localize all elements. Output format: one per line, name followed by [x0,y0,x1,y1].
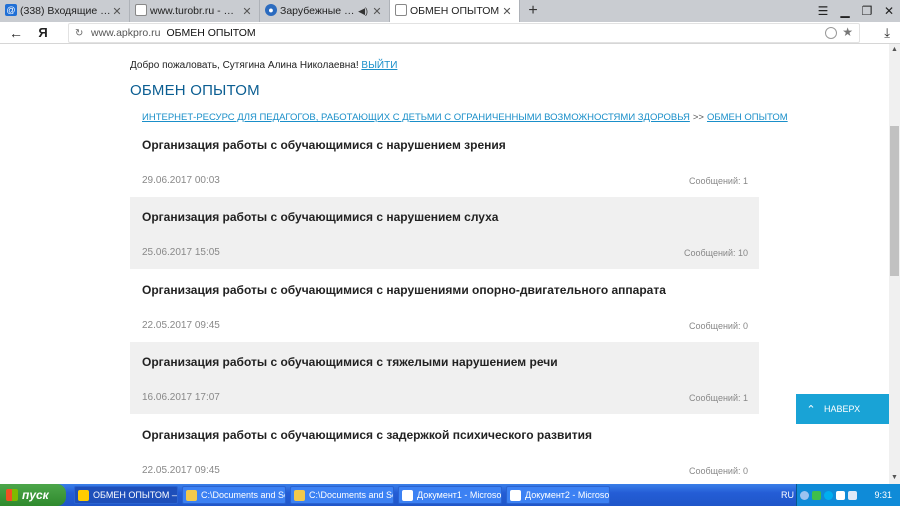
taskbar-button-label: Документ2 - Microso... [525,490,610,500]
mail-icon: @ [5,4,17,16]
topic-date: 16.06.2017 17:07 [142,392,220,403]
tab-turobr[interactable]: www.turobr.ru - Страница ✕ [130,0,260,22]
back-arrow-icon[interactable]: ← [0,25,32,41]
logout-link[interactable]: ВЫЙТИ [361,60,397,71]
breadcrumb-current-link[interactable]: ОБМЕН ОПЫТОМ [707,112,788,123]
bookmark-star-icon[interactable]: ★ [842,25,853,39]
topic-title[interactable]: Организация работы с обучающимися с нару… [142,283,666,297]
page-title: ОБМЕН ОПЫТОМ [130,82,260,99]
close-window-icon[interactable]: ✕ [878,0,900,22]
close-icon[interactable]: ✕ [501,5,513,18]
folder-icon [294,489,305,501]
tab-label: Зарубежные новинки [280,5,358,17]
refresh-icon[interactable]: ↻ [75,28,91,39]
word-icon [510,489,521,501]
topic-row[interactable]: Организация работы с обучающимися с нару… [130,125,759,197]
back-icon[interactable] [800,490,809,500]
breadcrumb-root-link[interactable]: ИНТЕРНЕТ-РЕСУРС ДЛЯ ПЕДАГОГОВ, РАБОТАЮЩИ… [142,112,690,123]
word-icon [402,489,413,501]
back-to-top-label: НАВЕРХ [824,404,861,414]
protect-icon[interactable] [825,27,837,39]
tab-bar: @ (338) Входящие - Почта Ма ✕ www.turobr… [0,0,900,22]
url-domain: www.apkpro.ru [91,27,161,39]
tab-label: (338) Входящие - Почта Ма [20,5,111,17]
back-to-top-button[interactable]: ⌃ НАВЕРХ [796,394,889,424]
taskbar-button-word[interactable]: Документ1 - Microso... [398,486,502,504]
close-icon[interactable]: ✕ [371,5,383,18]
welcome-line: Добро пожаловать, Сутягина Алина Николае… [130,60,397,71]
taskbar-button-label: ОБМЕН ОПЫТОМ — ... [93,490,177,500]
tab-label: ОБМЕН ОПЫТОМ [410,5,500,17]
new-tab-button[interactable]: + [520,0,546,22]
yandex-button[interactable]: Я [32,25,54,40]
taskbar: пуск ОБМЕН ОПЫТОМ — ... C:\Documents and… [0,484,900,506]
taskbar-button-label: C:\Documents and Se... [309,490,393,500]
system-tray: 9:31 [796,484,900,506]
scroll-thumb[interactable] [890,126,899,276]
topic-title[interactable]: Организация работы с обучающимися с тяже… [142,355,558,369]
close-icon[interactable]: ✕ [241,5,253,18]
window-controls: ☰ ▁ ❐ ✕ [812,0,900,22]
globe-icon: ● [265,4,277,16]
vertical-scrollbar[interactable]: ▲ ▼ [889,44,900,484]
welcome-text: Добро пожаловать, Сутягина Алина Николае… [130,60,359,71]
language-indicator[interactable]: RU [781,490,794,500]
taskbar-button-label: Документ1 - Microso... [417,490,502,500]
scroll-up-icon[interactable]: ▲ [889,44,900,56]
topic-message-count: Сообщений: 1 [688,176,748,186]
chevron-up-icon: ⌃ [806,403,816,416]
topic-message-count: Сообщений: 0 [688,466,748,476]
start-label: пуск [22,488,49,502]
tab-label: www.turobr.ru - Страница [150,5,241,17]
page-icon [395,4,407,16]
windows-logo-icon [6,489,18,501]
start-button[interactable]: пуск [0,484,66,506]
page-icon [135,4,147,16]
tab-exchange[interactable]: ОБМЕН ОПЫТОМ ✕ [390,0,520,22]
topic-row[interactable]: Организация работы с обучающимися с тяже… [130,342,759,414]
tab-news[interactable]: ● Зарубежные новинки ◀) ✕ [260,0,390,22]
tab-mail[interactable]: @ (338) Входящие - Почта Ма ✕ [0,0,130,22]
volume-icon[interactable] [848,490,857,500]
address-bar: ← Я ↻ www.apkpro.ru ОБМЕН ОПЫТОМ ★ ⤓ [0,22,900,44]
download-icon[interactable]: ⤓ [884,25,890,41]
app-icon[interactable] [836,490,845,500]
taskbar-button-word[interactable]: Документ2 - Microso... [506,486,610,504]
clock: 9:31 [874,490,892,500]
topic-message-count: Сообщений: 1 [688,393,748,403]
topic-date: 22.05.2017 09:45 [142,465,220,476]
url-page-title: ОБМЕН ОПЫТОМ [166,27,256,39]
skype-icon[interactable] [824,490,833,500]
topic-date: 22.05.2017 09:45 [142,320,220,331]
topic-row[interactable]: Организация работы с обучающимися с нару… [130,197,759,269]
scroll-down-icon[interactable]: ▼ [889,472,900,484]
topic-message-count: Сообщений: 0 [688,321,748,331]
topic-message-count: Сообщений: 10 [683,248,748,258]
speaker-icon[interactable]: ◀) [358,6,368,17]
topic-date: 25.06.2017 15:05 [142,247,220,258]
url-field[interactable]: ↻ www.apkpro.ru ОБМЕН ОПЫТОМ ★ [68,23,860,43]
breadcrumb-separator: >> [692,112,704,123]
taskbar-button-folder[interactable]: C:\Documents and Se... [182,486,286,504]
restore-icon[interactable]: ❐ [856,0,878,22]
topic-row[interactable]: Организация работы с обучающимися с нару… [130,270,759,342]
page-content: Добро пожаловать, Сутягина Алина Николае… [0,44,889,484]
topic-title[interactable]: Организация работы с обучающимися с нару… [142,138,506,152]
menu-icon[interactable]: ☰ [812,0,834,22]
taskbar-button-browser[interactable]: ОБМЕН ОПЫТОМ — ... [74,486,178,504]
yandex-browser-icon [78,489,89,501]
network-icon[interactable] [812,490,821,500]
close-icon[interactable]: ✕ [111,5,123,18]
folder-icon [186,489,197,501]
topic-row[interactable]: Организация работы с обучающимися с заде… [130,415,759,484]
topic-title[interactable]: Организация работы с обучающимися с заде… [142,428,592,442]
taskbar-button-folder[interactable]: C:\Documents and Se... [290,486,394,504]
minimize-icon[interactable]: ▁ [834,0,856,22]
topic-title[interactable]: Организация работы с обучающимися с нару… [142,210,498,224]
breadcrumb: ИНТЕРНЕТ-РЕСУРС ДЛЯ ПЕДАГОГОВ, РАБОТАЮЩИ… [142,112,788,123]
taskbar-button-label: C:\Documents and Se... [201,490,285,500]
topic-date: 29.06.2017 00:03 [142,175,220,186]
